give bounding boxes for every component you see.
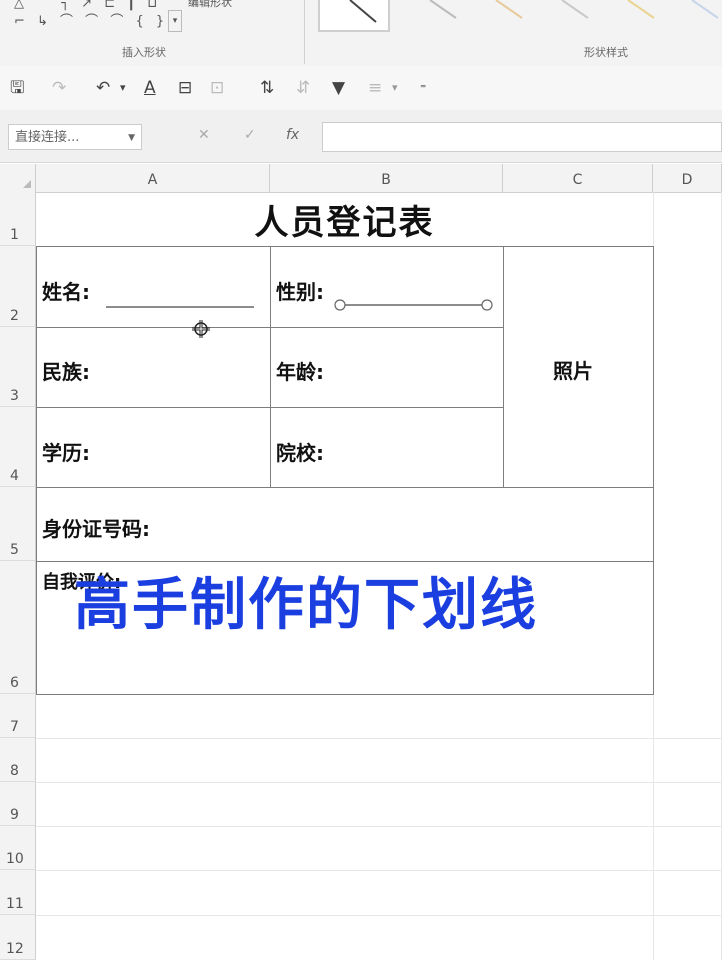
overlay-caption: 高手制作的下划线 xyxy=(74,573,538,638)
move-cursor-icon xyxy=(192,320,210,338)
line-end-handle[interactable] xyxy=(481,299,493,311)
underline-shapes xyxy=(106,299,493,338)
line-start-handle[interactable] xyxy=(334,299,346,311)
